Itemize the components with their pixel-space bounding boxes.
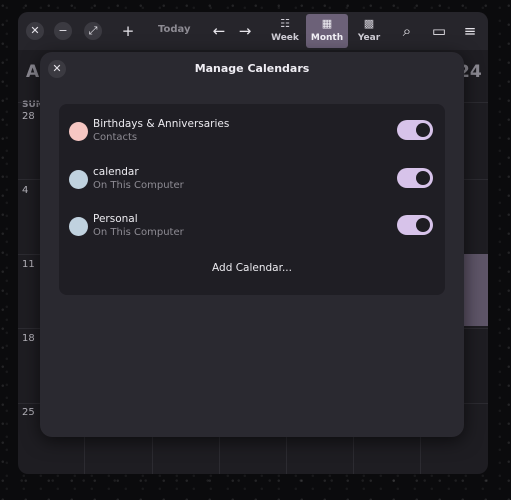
view-month-label: Month (310, 33, 344, 43)
previous-button[interactable]: ← (208, 20, 230, 42)
month-icon: ▦ (321, 17, 333, 30)
selected-day-highlight (463, 254, 488, 326)
calendar-name: calendar (93, 166, 139, 178)
calendar-color-dot (69, 217, 88, 236)
calendar-name: Personal (93, 213, 138, 225)
plus-icon: + (121, 22, 135, 40)
header-bar: ✕ − ⤢ + Today ← → ☷ Week ▦ Month ▩ Year … (18, 12, 488, 50)
day-number[interactable]: 25 (22, 407, 35, 418)
toggle-knob (416, 218, 430, 232)
calendar-source: On This Computer (93, 227, 184, 238)
toggle-knob (416, 123, 430, 137)
calendar-source: Contacts (93, 132, 138, 143)
week-icon: ☷ (280, 17, 290, 30)
year-icon: ▩ (363, 17, 375, 30)
month-title: A (26, 62, 40, 82)
view-year-button[interactable]: ▩ Year (348, 14, 390, 48)
calendar-color-dot (69, 122, 88, 141)
calendar-color-dot (69, 170, 88, 189)
hamburger-menu-icon: ≡ (463, 22, 477, 40)
view-week-label: Week (271, 33, 299, 43)
calendar-row-birthdays[interactable]: Birthdays & Anniversaries Contacts (59, 108, 445, 154)
calendar-list: Birthdays & Anniversaries Contacts calen… (59, 104, 445, 295)
main-menu-button[interactable]: ≡ (459, 20, 481, 42)
day-number[interactable]: 28 (22, 111, 35, 122)
day-number[interactable]: 11 (22, 259, 35, 270)
view-year-label: Year (357, 33, 381, 43)
view-month-button[interactable]: ▦ Month (306, 14, 348, 48)
arrow-left-icon: ← (212, 22, 226, 40)
calendar-enable-toggle[interactable] (397, 215, 433, 235)
calendar-enable-toggle[interactable] (397, 120, 433, 140)
arrow-right-icon: → (238, 22, 252, 40)
dialog-title: Manage Calendars (194, 62, 310, 75)
calendar-enable-toggle[interactable] (397, 168, 433, 188)
minimize-button[interactable]: − (54, 22, 72, 40)
sidebar-icon: ▭ (431, 22, 447, 40)
add-event-button[interactable]: + (117, 20, 139, 42)
today-button[interactable]: Today (158, 24, 190, 35)
calendar-name: Birthdays & Anniversaries (93, 118, 230, 130)
search-button[interactable]: ⌕ (396, 20, 418, 42)
day-number[interactable]: 4 (22, 185, 28, 196)
view-week-button[interactable]: ☷ Week (264, 14, 306, 48)
sidebar-toggle-button[interactable]: ▭ (428, 20, 450, 42)
calendar-source: On This Computer (93, 180, 184, 191)
close-window-button[interactable]: ✕ (26, 22, 44, 40)
maximize-button[interactable]: ⤢ (84, 22, 102, 40)
search-icon: ⌕ (402, 22, 412, 40)
toggle-knob (416, 171, 430, 185)
manage-calendars-dialog: ✕ Manage Calendars Birthdays & Anniversa… (40, 52, 464, 437)
add-calendar-button[interactable]: Add Calendar... (59, 262, 445, 274)
calendar-row-personal[interactable]: Personal On This Computer (59, 203, 445, 249)
day-number[interactable]: 18 (22, 333, 35, 344)
next-button[interactable]: → (234, 20, 256, 42)
calendar-row-calendar[interactable]: calendar On This Computer (59, 156, 445, 202)
